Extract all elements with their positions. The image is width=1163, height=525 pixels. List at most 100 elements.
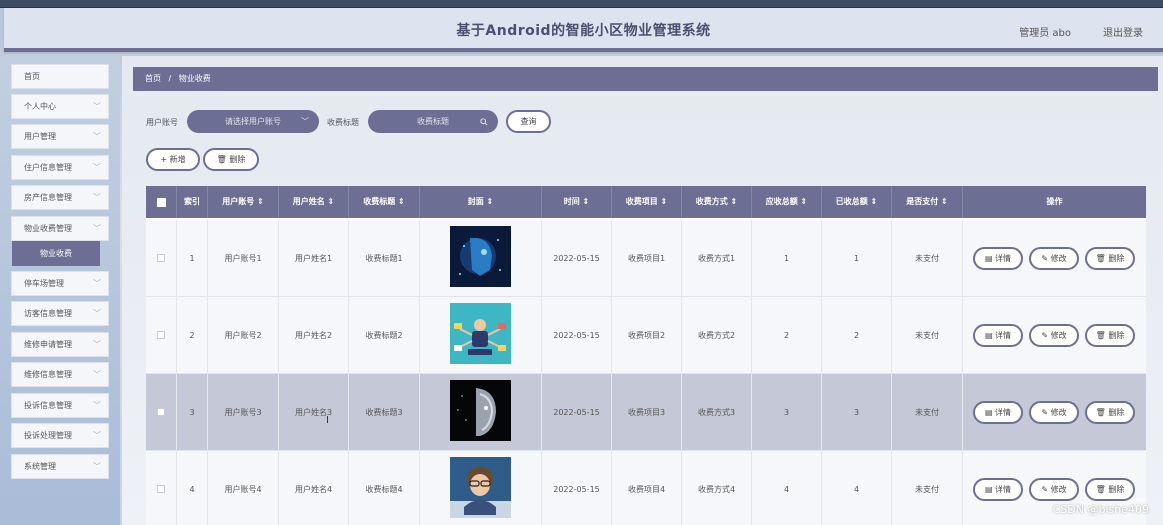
detail-button[interactable]: ▤ 详情 xyxy=(973,324,1023,347)
delete-button[interactable]: 🗑 删除 xyxy=(1085,478,1135,501)
cell-item: 收费项目2 xyxy=(612,297,682,374)
trash-icon: 🗑 xyxy=(216,155,227,164)
cell-index: 1 xyxy=(177,220,208,297)
header-name[interactable]: 用户姓名 ⇕ xyxy=(279,186,349,218)
sidebar-item-visitor-info[interactable]: 访客信息管理 ﹀ xyxy=(11,301,109,326)
sidebar-item-repair-info[interactable]: 维修信息管理 ﹀ xyxy=(11,362,109,387)
sidebar-item-home[interactable]: 首页 xyxy=(11,64,109,89)
text-cursor-icon: I xyxy=(326,415,329,426)
chevron-down-icon: ﹀ xyxy=(93,401,101,410)
header-cover[interactable]: 封面 ⇕ xyxy=(420,186,542,218)
checkbox[interactable] xyxy=(157,198,166,207)
cell-paid: 2 xyxy=(822,297,892,374)
document-icon: ▤ xyxy=(984,331,993,340)
delete-button[interactable]: 🗑 删除 xyxy=(1085,401,1135,424)
edit-button[interactable]: ✎ 修改 xyxy=(1029,478,1079,501)
cell-name: 用户姓名2 xyxy=(279,297,349,374)
table-row: 2 用户账号2 用户姓名2 收费标题2 2022-05-15 收费项目2 收费方… xyxy=(146,297,1146,374)
add-button[interactable]: + 新增 xyxy=(146,148,200,171)
cell-account: 用户账号2 xyxy=(208,297,279,374)
watermark: CSDN @bishe409 xyxy=(1052,503,1149,516)
header-item[interactable]: 收费项目 ⇕ xyxy=(612,186,682,218)
chevron-down-icon: ﹀ xyxy=(93,193,101,202)
sidebar-item-parking[interactable]: 停车场管理 ﹀ xyxy=(11,271,109,296)
row-checkbox[interactable] xyxy=(157,331,165,339)
logout-link[interactable]: 退出登录 xyxy=(1103,24,1143,39)
breadcrumb-home[interactable]: 首页 xyxy=(145,74,161,83)
cell-actions: ▤ 详情 ✎ 修改 🗑 删除 xyxy=(963,374,1146,451)
cover-image-ai-head xyxy=(450,226,511,287)
edit-icon: ✎ xyxy=(1041,331,1049,340)
sidebar-item-fee-management[interactable]: 物业收费管理 ﹀ xyxy=(11,216,109,241)
cell-cover xyxy=(420,374,542,451)
detail-button[interactable]: ▤ 详情 xyxy=(973,401,1023,424)
cell-index: 4 xyxy=(177,451,208,525)
row-checkbox[interactable] xyxy=(157,254,165,262)
sidebar-item-complaint-info[interactable]: 投诉信息管理 ﹀ xyxy=(11,393,109,418)
cell-title: 收费标题3 xyxy=(349,374,420,451)
edit-button[interactable]: ✎ 修改 xyxy=(1029,401,1079,424)
cell-status: 未支付 xyxy=(892,374,963,451)
edit-button[interactable]: ✎ 修改 xyxy=(1029,247,1079,270)
delete-selected-button[interactable]: 🗑 删除 xyxy=(203,148,259,171)
row-checkbox[interactable] xyxy=(157,408,165,416)
edit-icon: ✎ xyxy=(1041,408,1049,417)
cover-image-child-portrait xyxy=(450,457,511,518)
cell-title: 收费标题2 xyxy=(349,297,420,374)
chevron-down-icon: ﹀ xyxy=(93,102,101,111)
header-status[interactable]: 是否支付 ⇕ xyxy=(892,186,963,218)
edit-icon: ✎ xyxy=(1041,254,1049,263)
sidebar-item-complaint-handling[interactable]: 投诉处理管理 ﹀ xyxy=(11,423,109,448)
cell-method: 收费方式1 xyxy=(682,220,752,297)
sidebar-subitem-fee[interactable]: 物业收费 xyxy=(12,241,100,266)
table-row: 4 用户账号4 用户姓名4 收费标题4 2022-05-15 收费项目4 收费方… xyxy=(146,451,1146,525)
header-index: 索引 xyxy=(177,186,208,218)
fee-table: 索引 用户账号 ⇕ 用户姓名 ⇕ 收费标题 ⇕ 封面 ⇕ 时间 ⇕ 收费项目 ⇕… xyxy=(146,186,1146,525)
breadcrumb: 首页 / 物业收费 xyxy=(133,67,1158,91)
sidebar-item-system[interactable]: 系统管理 ﹀ xyxy=(11,454,109,479)
cell-paid: 1 xyxy=(822,220,892,297)
header-paid[interactable]: 已收总额 ⇕ xyxy=(822,186,892,218)
cell-cover xyxy=(420,297,542,374)
cell-index: 3 xyxy=(177,374,208,451)
cell-status: 未支付 xyxy=(892,297,963,374)
header-due[interactable]: 应收总额 ⇕ xyxy=(752,186,822,218)
chevron-down-icon: ﹀ xyxy=(93,309,101,318)
sidebar-item-user-management[interactable]: 用户管理 ﹀ xyxy=(11,124,109,149)
header-title[interactable]: 收费标题 ⇕ xyxy=(349,186,420,218)
sidebar: 首页 个人中心 ﹀ 用户管理 ﹀ 住户信息管理 ﹀ 房产信息管理 ﹀ 物业收费管理 ﹀ 停… xyxy=(0,56,120,525)
cell-time: 2022-05-15 xyxy=(542,297,612,374)
delete-button[interactable]: 🗑 删除 xyxy=(1085,324,1135,347)
table-row: 1 用户账号1 用户姓名1 收费标题1 2022-05-15 收费项目1 收费方… xyxy=(146,220,1146,297)
user-account-select[interactable]: 请选择用户账号 ﹀ xyxy=(187,110,319,133)
delete-button[interactable]: 🗑 删除 xyxy=(1085,247,1135,270)
cell-name: 用户姓名1 xyxy=(279,220,349,297)
detail-button[interactable]: ▤ 详情 xyxy=(973,247,1023,270)
cell-time: 2022-05-15 xyxy=(542,220,612,297)
edit-icon: ✎ xyxy=(1041,485,1049,494)
sidebar-item-personal-center[interactable]: 个人中心 ﹀ xyxy=(11,94,109,119)
edit-button[interactable]: ✎ 修改 xyxy=(1029,324,1079,347)
header-method[interactable]: 收费方式 ⇕ xyxy=(682,186,752,218)
header-account[interactable]: 用户账号 ⇕ xyxy=(208,186,279,218)
header-time[interactable]: 时间 ⇕ xyxy=(542,186,612,218)
sidebar-item-property-info[interactable]: 房产信息管理 ﹀ xyxy=(11,185,109,210)
cell-cover xyxy=(420,451,542,525)
cell-actions: ▤ 详情 ✎ 修改 🗑 删除 xyxy=(963,220,1146,297)
cell-paid: 4 xyxy=(822,451,892,525)
cell-name: 用户姓名4 xyxy=(279,451,349,525)
row-checkbox[interactable] xyxy=(157,485,165,493)
header-select-all[interactable] xyxy=(146,186,177,218)
breadcrumb-separator: / xyxy=(168,74,172,83)
trash-icon: 🗑 xyxy=(1095,254,1106,263)
detail-button[interactable]: ▤ 详情 xyxy=(973,478,1023,501)
cell-title: 收费标题1 xyxy=(349,220,420,297)
cover-image-multitask-figure xyxy=(450,303,511,364)
query-button[interactable]: 查询 xyxy=(506,110,551,133)
cell-status: 未支付 xyxy=(892,220,963,297)
trash-icon: 🗑 xyxy=(1095,485,1106,494)
fee-title-input[interactable]: 收费标题 xyxy=(368,110,498,133)
sidebar-item-repair-request[interactable]: 维修申请管理 ﹀ xyxy=(11,332,109,357)
cell-due: 4 xyxy=(752,451,822,525)
sidebar-item-resident-info[interactable]: 住户信息管理 ﹀ xyxy=(11,155,109,180)
